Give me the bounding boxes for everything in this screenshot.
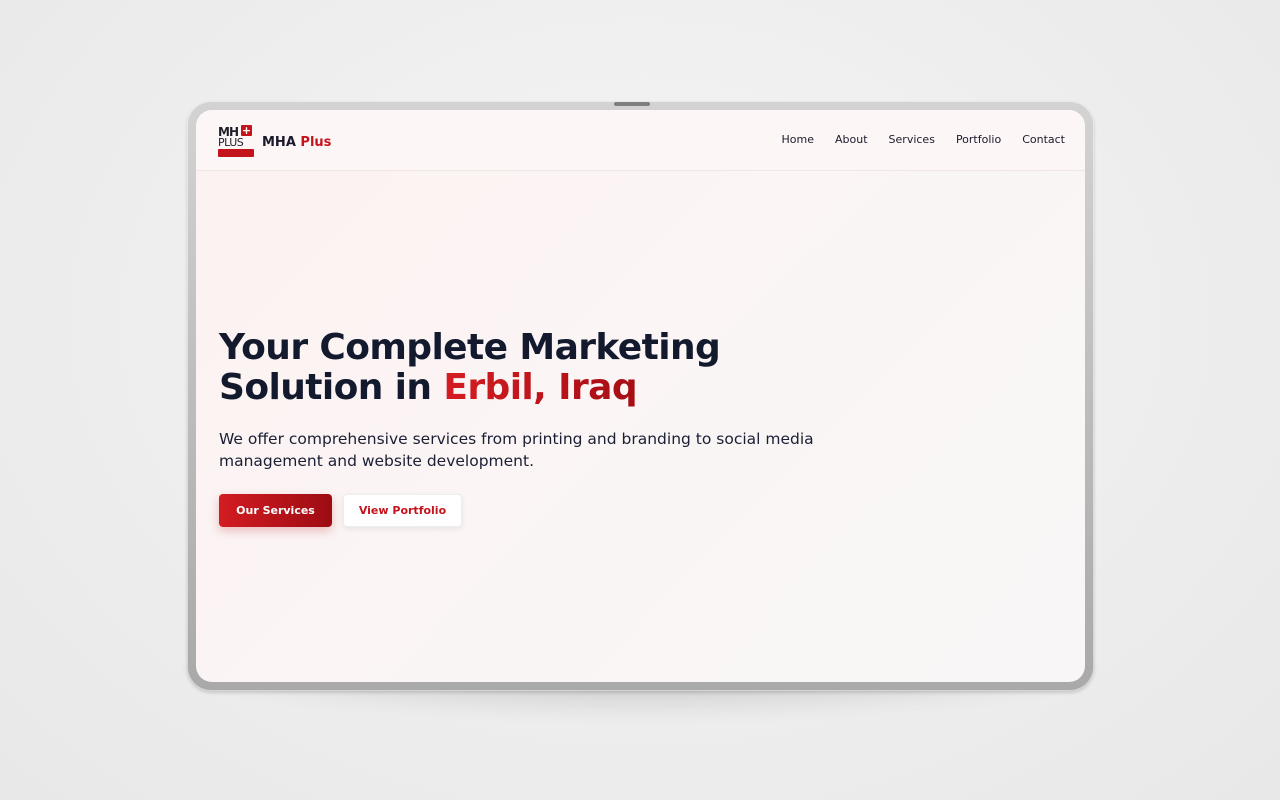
nav-services[interactable]: Services (889, 133, 935, 146)
nav-home[interactable]: Home (782, 133, 814, 146)
logo-red-bar (218, 149, 254, 157)
hero-subtitle: We offer comprehensive services from pri… (219, 430, 814, 470)
hero-title: Your Complete Marketing Solution in Erbi… (219, 328, 859, 408)
brand[interactable]: MH + PLUS MHA Plus (218, 125, 331, 159)
navbar: MH + PLUS MHA Plus Home About Services P… (196, 110, 1085, 171)
website-screen: MH + PLUS MHA Plus Home About Services P… (196, 110, 1085, 682)
hero-section: Your Complete Marketing Solution in Erbi… (219, 328, 859, 527)
brand-logo: MH + PLUS (218, 125, 254, 159)
logo-plus-text: PLUS (218, 136, 244, 149)
mockup-stage: MH + PLUS MHA Plus Home About Services P… (0, 0, 1280, 800)
our-services-button[interactable]: Our Services (219, 494, 332, 527)
nav-portfolio[interactable]: Portfolio (956, 133, 1001, 146)
cta-row: Our Services View Portfolio (219, 494, 859, 527)
view-portfolio-button[interactable]: View Portfolio (343, 494, 462, 527)
hero-title-line2-prefix: Solution in (219, 367, 444, 408)
hero-title-location: Erbil, Iraq (443, 367, 637, 408)
brand-name: MHA Plus (262, 135, 331, 150)
nav-about[interactable]: About (835, 133, 868, 146)
nav-links: Home About Services Portfolio Contact (782, 133, 1065, 146)
camera-notch (614, 102, 650, 106)
brand-name-main: MHA (262, 134, 296, 150)
nav-contact[interactable]: Contact (1022, 133, 1065, 146)
logo-plus-icon: + (241, 124, 252, 137)
hero-title-line1: Your Complete Marketing (219, 327, 721, 368)
brand-name-accent: Plus (300, 134, 332, 150)
